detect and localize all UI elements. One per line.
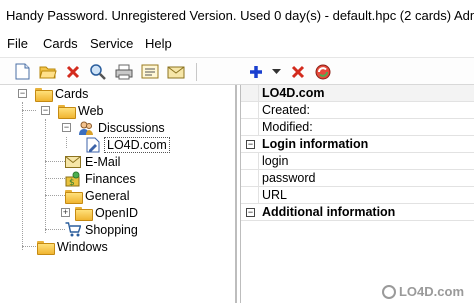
login-field-label: login bbox=[262, 154, 289, 168]
menu-service[interactable]: Service bbox=[90, 36, 133, 51]
row-gutter bbox=[241, 170, 259, 186]
add-icon[interactable] bbox=[246, 62, 265, 81]
properties-icon[interactable] bbox=[140, 62, 159, 81]
url-field-label: URL bbox=[262, 188, 288, 202]
open-folder-icon[interactable] bbox=[38, 62, 57, 81]
tree-item-lo4d[interactable]: LO4D.com bbox=[86, 136, 170, 153]
refresh-icon[interactable] bbox=[313, 62, 332, 81]
modified-row: Modified: bbox=[241, 119, 474, 136]
tree-item-openid[interactable]: OpenID bbox=[75, 204, 138, 221]
window-title: Handy Password. Unregistered Version. Us… bbox=[6, 8, 474, 23]
toolbar bbox=[0, 57, 474, 85]
password-field-label: password bbox=[262, 171, 316, 185]
svg-text:$: $ bbox=[69, 178, 75, 187]
tree-item-finances[interactable]: $ Finances bbox=[65, 170, 136, 188]
title-bar: Handy Password. Unregistered Version. Us… bbox=[0, 0, 474, 30]
created-label: Created: bbox=[262, 103, 310, 117]
tree-connector bbox=[45, 178, 65, 179]
row-gutter bbox=[241, 102, 259, 118]
url-field-row[interactable]: URL bbox=[241, 187, 474, 204]
openid-expand-toggle[interactable]: + bbox=[61, 208, 70, 217]
modified-label: Modified: bbox=[262, 120, 313, 134]
tree-item-shopping[interactable]: Shopping bbox=[65, 221, 138, 238]
menu-cards[interactable]: Cards bbox=[43, 36, 78, 51]
toolbar-separator bbox=[196, 63, 197, 81]
tree-item-label: E-Mail bbox=[85, 154, 121, 169]
tree-connector bbox=[66, 137, 67, 148]
folder-icon bbox=[35, 87, 53, 102]
tree-connector bbox=[22, 110, 36, 111]
tree-connector bbox=[45, 229, 65, 230]
row-gutter bbox=[241, 119, 259, 135]
web-collapse-toggle[interactable]: − bbox=[41, 106, 50, 115]
tree-item-label: Windows bbox=[57, 239, 108, 254]
menu-bar: File Cards Service Help bbox=[0, 33, 474, 53]
tree-item-label: LO4D.com bbox=[104, 136, 170, 153]
envelope-icon bbox=[65, 155, 81, 168]
watermark-text: LO4D.com bbox=[398, 284, 464, 299]
envelope-icon[interactable] bbox=[166, 62, 185, 81]
tree-item-label: Shopping bbox=[85, 222, 138, 237]
remove-icon[interactable] bbox=[288, 62, 307, 81]
tree-item-discussions[interactable]: Discussions bbox=[78, 119, 165, 136]
folder-icon bbox=[58, 104, 76, 119]
print-icon[interactable] bbox=[114, 62, 133, 81]
tree-item-windows[interactable]: Windows bbox=[37, 238, 108, 255]
card-title: LO4D.com bbox=[262, 86, 325, 100]
tree-item-web[interactable]: Web bbox=[58, 102, 103, 119]
find-icon[interactable] bbox=[88, 62, 107, 81]
login-section-header[interactable]: − Login information bbox=[241, 136, 474, 153]
shopping-cart-icon bbox=[65, 222, 82, 237]
additional-section-title: Additional information bbox=[262, 205, 396, 219]
tree-item-label: Web bbox=[78, 103, 104, 118]
tree-connector bbox=[45, 161, 65, 162]
tree-item-cards[interactable]: Cards bbox=[35, 85, 88, 102]
card-document-icon bbox=[86, 137, 100, 153]
row-gutter bbox=[241, 153, 259, 169]
row-gutter bbox=[241, 85, 259, 101]
tree-connector bbox=[22, 246, 36, 247]
new-document-icon[interactable] bbox=[13, 62, 32, 81]
watermark-logo-icon bbox=[381, 284, 396, 299]
tree-item-email[interactable]: E-Mail bbox=[65, 153, 120, 170]
money-icon: $ bbox=[65, 171, 81, 188]
dropdown-arrow-icon[interactable] bbox=[267, 62, 286, 81]
tree-item-label: General bbox=[85, 188, 130, 203]
tree-item-general[interactable]: General bbox=[65, 187, 129, 204]
tree-item-label: Cards bbox=[55, 86, 89, 101]
tree-item-label: OpenID bbox=[95, 205, 139, 220]
tree-connector bbox=[45, 119, 46, 233]
created-row: Created: bbox=[241, 102, 474, 119]
cards-tree: − Cards − Web − Discussions LO4D.com E-M… bbox=[0, 85, 237, 303]
card-title-row: LO4D.com bbox=[241, 85, 474, 102]
tree-item-label: Discussions bbox=[98, 120, 165, 135]
menu-file[interactable]: File bbox=[7, 36, 28, 51]
delete-icon[interactable] bbox=[63, 62, 82, 81]
people-icon bbox=[78, 120, 94, 136]
login-field-row[interactable]: login bbox=[241, 153, 474, 170]
watermark: LO4D.com bbox=[381, 284, 464, 299]
additional-section-toggle[interactable]: − bbox=[246, 208, 255, 217]
tree-item-label: Finances bbox=[85, 171, 136, 186]
folder-icon bbox=[65, 189, 83, 204]
folder-icon bbox=[37, 240, 55, 255]
row-gutter bbox=[241, 187, 259, 203]
login-section-title: Login information bbox=[262, 137, 369, 151]
password-field-row[interactable]: password bbox=[241, 170, 474, 187]
tree-connector bbox=[45, 195, 65, 196]
discussions-collapse-toggle[interactable]: − bbox=[62, 123, 71, 132]
card-details: LO4D.com Created: Modified: − Login info… bbox=[240, 85, 474, 303]
cards-collapse-toggle[interactable]: − bbox=[18, 89, 27, 98]
additional-section-header[interactable]: − Additional information bbox=[241, 204, 474, 221]
menu-help[interactable]: Help bbox=[145, 36, 172, 51]
login-section-toggle[interactable]: − bbox=[246, 140, 255, 149]
tree-connector bbox=[22, 102, 23, 250]
folder-icon bbox=[75, 206, 93, 221]
